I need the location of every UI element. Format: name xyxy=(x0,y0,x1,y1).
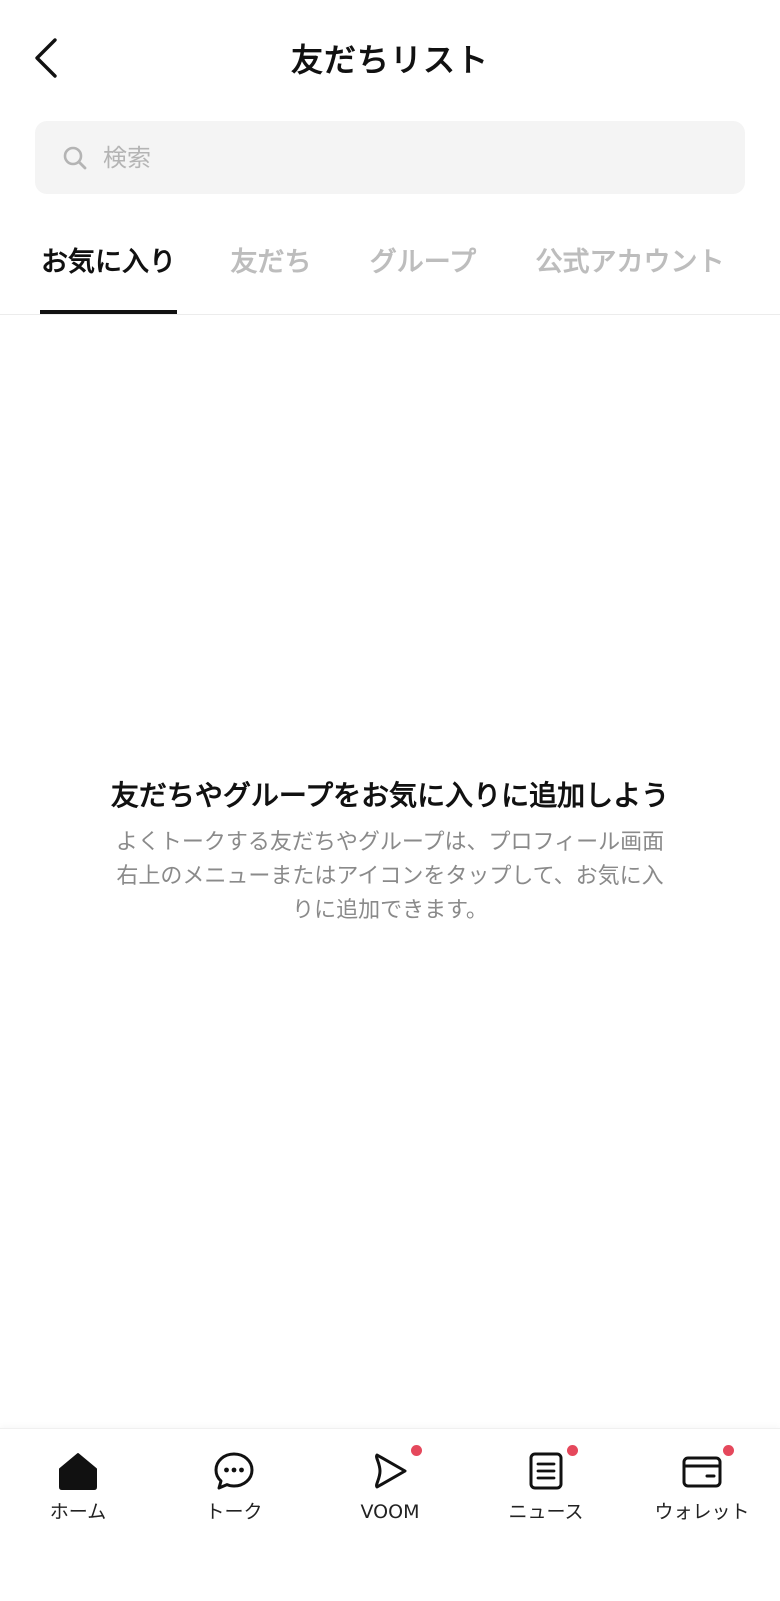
bottom-nav: ホーム トーク VOOM ニュース ウォレット xyxy=(0,1428,780,1601)
nav-item-home[interactable]: ホーム xyxy=(0,1449,156,1539)
active-tab-indicator xyxy=(40,310,177,314)
nav-item-talk[interactable]: トーク xyxy=(156,1449,312,1539)
page-title: 友だちリスト xyxy=(290,41,489,79)
tab-official-accounts[interactable]: 公式アカウント xyxy=(530,246,730,314)
empty-state-title: 友だちやグループをお気に入りに追加しよう xyxy=(110,779,670,812)
nav-label-talk: トーク xyxy=(205,1501,263,1523)
header: 友だちリスト xyxy=(0,0,780,120)
search-input[interactable] xyxy=(103,137,703,178)
wallet-icon xyxy=(680,1445,734,1493)
search-bar[interactable] xyxy=(35,121,745,194)
tab-bar: お気に入り 友だち グループ 公式アカウント xyxy=(0,230,780,315)
nav-label-news: ニュース xyxy=(508,1501,584,1523)
nav-item-wallet[interactable]: ウォレット xyxy=(624,1445,780,1539)
empty-state-description: よくトークする友だちやグループは、プロフィール画面右上のメニューまたはアイコンを… xyxy=(115,830,665,923)
empty-state: 友だちやグループをお気に入りに追加しよう よくトークする友だちやグループは、プロ… xyxy=(90,776,690,928)
nav-item-news[interactable]: ニュース xyxy=(468,1445,624,1539)
tab-groups[interactable]: グループ xyxy=(368,246,478,314)
news-icon xyxy=(524,1445,578,1493)
nav-label-home: ホーム xyxy=(49,1501,107,1523)
home-icon xyxy=(56,1449,100,1493)
tab-friends[interactable]: 友だち xyxy=(226,246,316,314)
tab-favorites[interactable]: お気に入り xyxy=(40,246,177,314)
nav-label-voom: VOOM xyxy=(360,1501,420,1523)
nav-item-voom[interactable]: VOOM xyxy=(312,1445,468,1539)
search-icon xyxy=(61,144,89,172)
chat-bubble-icon xyxy=(212,1449,256,1493)
wallet-badge-dot xyxy=(723,1445,734,1456)
voom-badge-dot xyxy=(411,1445,422,1456)
nav-label-wallet: ウォレット xyxy=(654,1501,750,1523)
voom-play-icon xyxy=(368,1445,422,1493)
news-badge-dot xyxy=(567,1445,578,1456)
